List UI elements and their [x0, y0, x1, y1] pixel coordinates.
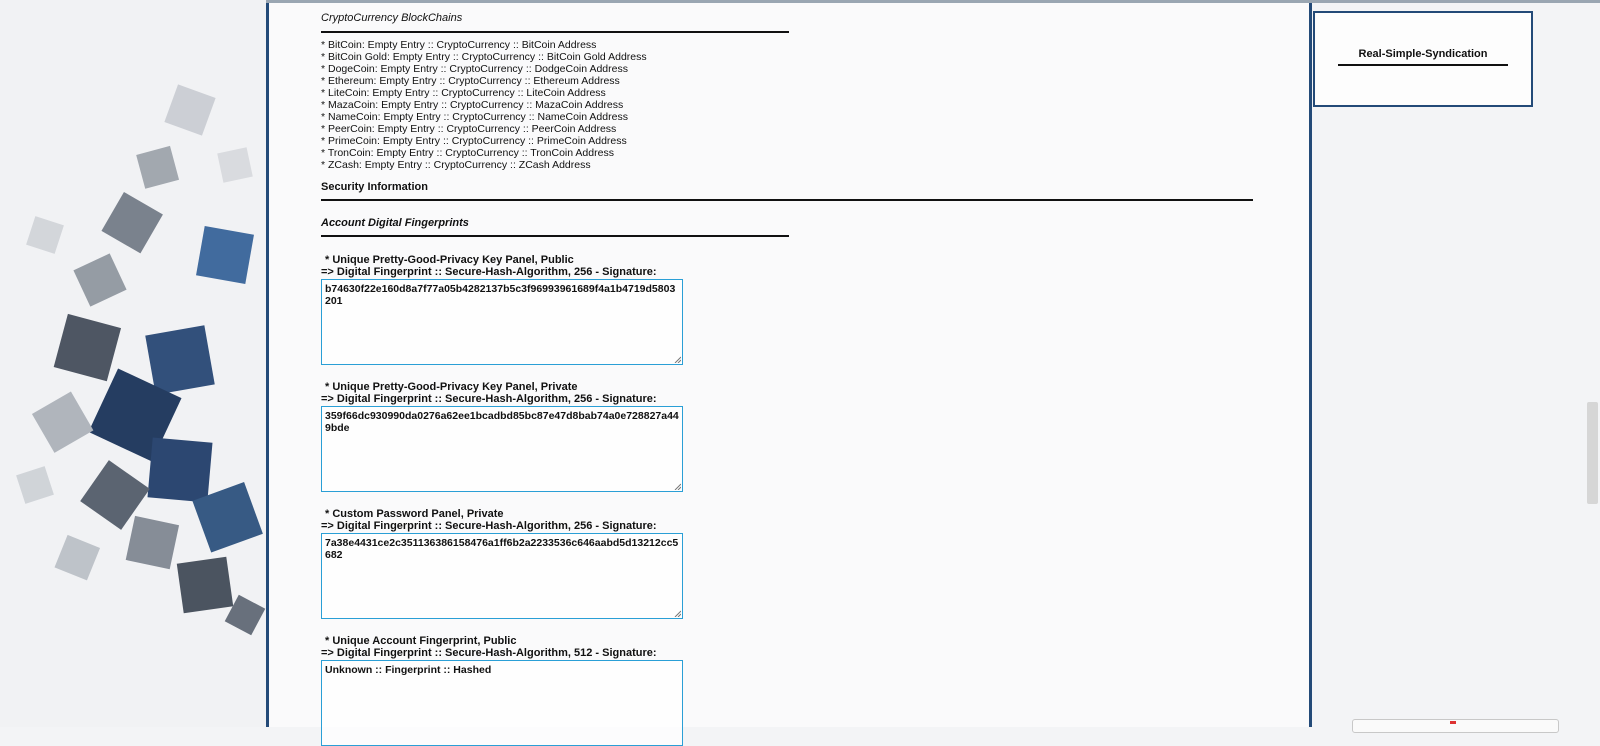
- list-item: * PeerCoin: Empty Entry :: CryptoCurrenc…: [321, 123, 617, 135]
- fingerprint-subtitle: => Digital Fingerprint :: Secure-Hash-Al…: [321, 393, 657, 405]
- decorative-background: [0, 0, 266, 727]
- list-item: * MazaCoin: Empty Entry :: CryptoCurrenc…: [321, 99, 624, 111]
- fingerprint-title: * Unique Pretty-Good-Privacy Key Panel, …: [325, 254, 574, 266]
- fingerprint-title: * Custom Password Panel, Private: [325, 508, 504, 520]
- list-item: * BitCoin Gold: Empty Entry :: CryptoCur…: [321, 51, 647, 63]
- crypto-list: * BitCoin: Empty Entry :: CryptoCurrency…: [321, 39, 1261, 171]
- list-item: * TronCoin: Empty Entry :: CryptoCurrenc…: [321, 147, 614, 159]
- list-item: * NameCoin: Empty Entry :: CryptoCurrenc…: [321, 111, 628, 123]
- fingerprint-title: * Unique Pretty-Good-Privacy Key Panel, …: [325, 381, 578, 393]
- fingerprint-textarea[interactable]: Unknown :: Fingerprint :: Hashed: [321, 660, 683, 746]
- list-item: * PrimeCoin: Empty Entry :: CryptoCurren…: [321, 135, 627, 147]
- list-item: * BitCoin: Empty Entry :: CryptoCurrency…: [321, 39, 597, 51]
- fingerprint-title: * Unique Account Fingerprint, Public: [325, 635, 517, 647]
- list-item: * DogeCoin: Empty Entry :: CryptoCurrenc…: [321, 63, 628, 75]
- fingerprint-subtitle: => Digital Fingerprint :: Secure-Hash-Al…: [321, 520, 657, 532]
- list-item: * ZCash: Empty Entry :: CryptoCurrency :…: [321, 159, 591, 171]
- fingerprint-value: Unknown :: Fingerprint :: Hashed: [325, 664, 492, 676]
- divider: [321, 199, 1253, 201]
- rss-panel: Real-Simple-Syndication: [1313, 11, 1533, 107]
- divider: [321, 31, 789, 33]
- divider: [321, 235, 789, 237]
- fingerprint-block: * Unique Pretty-Good-Privacy Key Panel, …: [321, 381, 1261, 492]
- divider: [1338, 64, 1508, 66]
- fingerprint-block: * Unique Pretty-Good-Privacy Key Panel, …: [321, 254, 1261, 365]
- fingerprint-textarea[interactable]: b74630f22e160d8a7f77a05b4282137b5c3f9699…: [321, 279, 683, 365]
- fingerprint-subtitle: => Digital Fingerprint :: Secure-Hash-Al…: [321, 647, 657, 659]
- fingerprint-value: 7a38e4431ce2c351136386158476a1ff6b2a2233…: [325, 537, 679, 561]
- fingerprint-value: b74630f22e160d8a7f77a05b4282137b5c3f9699…: [325, 283, 676, 307]
- resize-grip-icon[interactable]: [673, 609, 681, 617]
- fingerprint-subtitle: => Digital Fingerprint :: Secure-Hash-Al…: [321, 266, 657, 278]
- content-area: CryptoCurrency BlockChains * BitCoin: Em…: [321, 3, 1261, 746]
- security-heading: Security Information: [321, 181, 428, 193]
- list-item: * Ethereum: Empty Entry :: CryptoCurrenc…: [321, 75, 620, 87]
- fingerprints-heading: Account Digital Fingerprints: [321, 217, 469, 229]
- fingerprint-value: 359f66dc930990da0276a62ee1bcadbd85bc87e4…: [325, 410, 679, 434]
- fingerprint-block: * Unique Account Fingerprint, Public => …: [321, 635, 1261, 746]
- resize-grip-icon[interactable]: [673, 482, 681, 490]
- fingerprint-block: * Custom Password Panel, Private => Digi…: [321, 508, 1261, 619]
- list-item: * LiteCoin: Empty Entry :: CryptoCurrenc…: [321, 87, 606, 99]
- rss-title[interactable]: Real-Simple-Syndication: [1315, 48, 1531, 60]
- fingerprint-textarea[interactable]: 7a38e4431ce2c351136386158476a1ff6b2a2233…: [321, 533, 683, 619]
- corner-mark-icon: [1450, 721, 1456, 724]
- fingerprint-textarea[interactable]: 359f66dc930990da0276a62ee1bcadbd85bc87e4…: [321, 406, 683, 492]
- crypto-heading: CryptoCurrency BlockChains: [321, 12, 463, 24]
- scrollbar-thumb[interactable]: [1587, 402, 1598, 504]
- main-panel: CryptoCurrency BlockChains * BitCoin: Em…: [266, 3, 1312, 746]
- resize-grip-icon[interactable]: [673, 355, 681, 363]
